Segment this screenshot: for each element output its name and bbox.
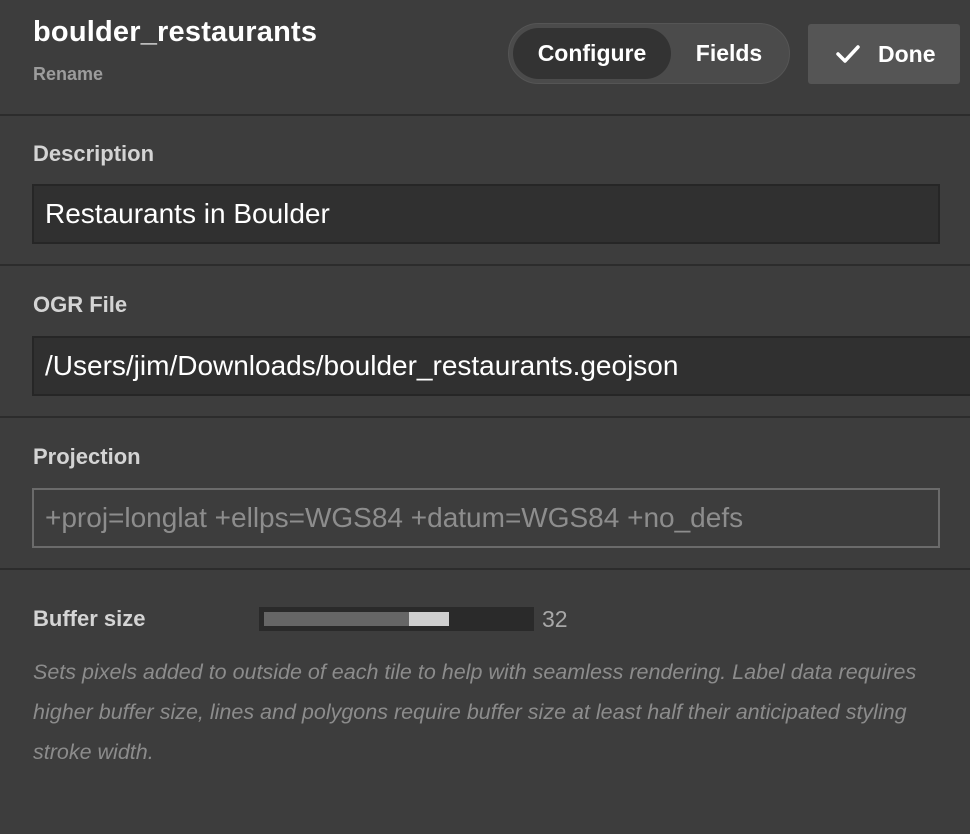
done-label: Done: [878, 40, 936, 67]
description-input[interactable]: Restaurants in Boulder: [32, 184, 940, 244]
buffer-size-slider-fill: [264, 612, 415, 626]
buffer-size-label: Buffer size: [33, 606, 146, 631]
tab-fields[interactable]: Fields: [673, 28, 785, 79]
layer-header: boulder_restaurants Rename Configure Fie…: [0, 0, 970, 116]
buffer-size-value: 32: [542, 606, 568, 632]
buffer-size-slider-handle[interactable]: [409, 612, 449, 626]
projection-input[interactable]: +proj=longlat +ellps=WGS84 +datum=WGS84 …: [32, 488, 940, 548]
section-divider: [0, 568, 970, 570]
section-divider: [0, 114, 970, 116]
buffer-size-slider[interactable]: [259, 607, 534, 631]
projection-label: Projection: [33, 444, 141, 469]
check-icon: [836, 45, 860, 63]
tab-configure[interactable]: Configure: [513, 28, 671, 79]
description-label: Description: [33, 141, 155, 166]
section-divider: [0, 264, 970, 266]
buffer-size-help-text: Sets pixels added to outside of each til…: [33, 660, 917, 764]
rename-link[interactable]: Rename: [33, 64, 103, 85]
ogr-file-input[interactable]: /Users/jim/Downloads/boulder_restaurants…: [32, 336, 970, 396]
ogr-file-label: OGR File: [33, 292, 128, 317]
section-divider: [0, 416, 970, 418]
done-button[interactable]: Done: [808, 24, 960, 84]
view-tab-group: Configure Fields: [508, 23, 790, 84]
layer-title: boulder_restaurants: [33, 16, 318, 48]
